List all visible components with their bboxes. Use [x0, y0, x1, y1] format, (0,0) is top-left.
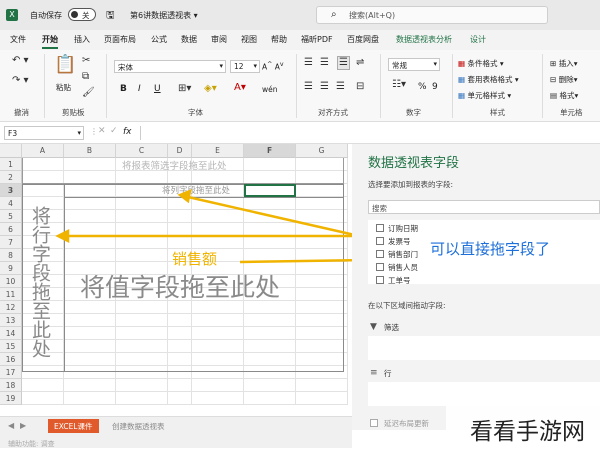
- sheet-tab-excel[interactable]: EXCEL课件: [48, 419, 99, 433]
- drag-hint: 在以下区域间拖动字段:: [368, 301, 446, 310]
- field-checkbox[interactable]: [376, 237, 384, 245]
- field-search-input[interactable]: 搜索: [368, 200, 600, 214]
- filter-icon: ▼: [370, 322, 377, 332]
- watermark: 看看手游网: [446, 404, 600, 448]
- field-label: 销售人员: [388, 263, 418, 272]
- rows-icon: ≡: [370, 368, 378, 378]
- arrow-to-column-area: [177, 188, 369, 240]
- defer-update-checkbox[interactable]: [370, 419, 378, 427]
- filter-area-label: 筛选: [384, 323, 399, 332]
- field-label: 销售部门: [388, 250, 418, 259]
- previous-sheet-icon[interactable]: ◀: [8, 421, 14, 430]
- pane-title: 数据透视表字段: [368, 156, 460, 171]
- filter-drop-zone[interactable]: [368, 336, 600, 360]
- field-label: 发票号: [388, 237, 411, 246]
- arrow-to-value-area: [239, 258, 369, 264]
- row-area-label: 行: [384, 369, 392, 378]
- callout-text: 可以直接拖字段了: [430, 238, 551, 259]
- next-sheet-icon[interactable]: ▶: [20, 421, 26, 430]
- sheet-tab-bar: ◀ ▶ EXCEL课件 创建数据透视表 辅助功能: 调查: [0, 416, 352, 448]
- pivot-field-pane: 数据透视表字段 选择要添加到报表的字段: 搜索 订购日期 发票号 销售部门 销售…: [352, 144, 600, 430]
- field-label: 订购日期: [388, 224, 418, 233]
- field-checkbox[interactable]: [376, 224, 384, 232]
- field-checkbox[interactable]: [376, 276, 384, 284]
- watermark-text: 看看手游网: [470, 419, 585, 445]
- sheet-tab-create-pivot[interactable]: 创建数据透视表: [112, 421, 165, 432]
- field-checkbox[interactable]: [376, 263, 384, 271]
- field-checkbox[interactable]: [376, 250, 384, 258]
- arrow-to-row-area: [55, 228, 368, 244]
- pane-subtitle: 选择要添加到报表的字段:: [368, 180, 454, 189]
- row-drop-zone[interactable]: [368, 382, 600, 406]
- field-search-placeholder: 搜索: [372, 204, 387, 213]
- defer-update-label: 延迟布局更新: [384, 419, 429, 428]
- field-label: 工单号: [388, 276, 411, 285]
